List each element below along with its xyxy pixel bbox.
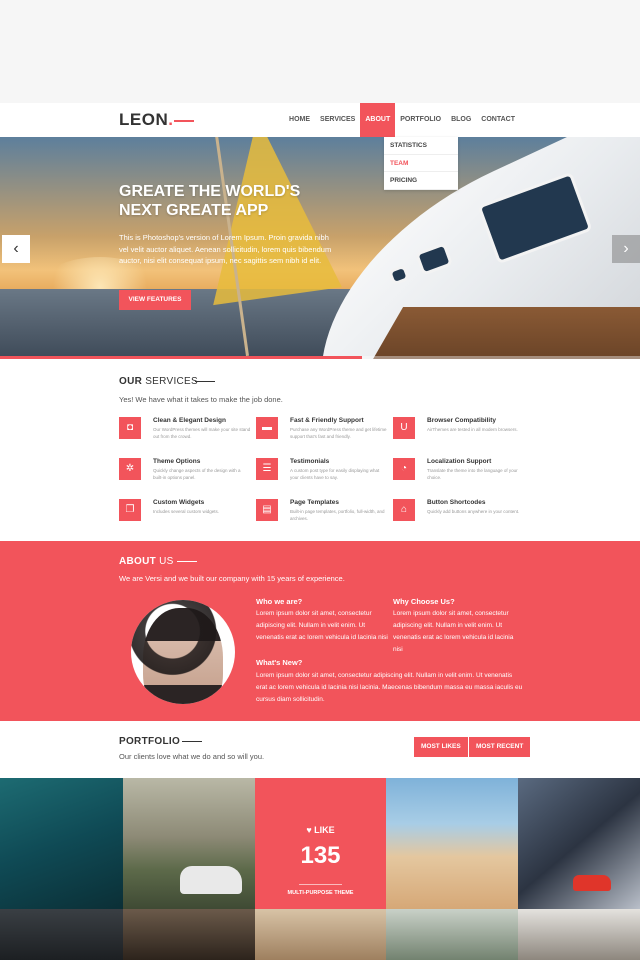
about-section: ABOUT US We are Versi and we built our c… [0,541,640,721]
menu-item-contact[interactable]: CONTACT [476,103,520,137]
portfolio-title: PORTFOLIO [119,736,181,747]
service-title: Browser Compatibility [427,417,496,424]
portfolio-tile-bottom-5[interactable] [518,909,640,960]
whats-new-heading: What's New? [256,658,303,667]
home-icon: ⌂ [393,499,415,521]
service-title: Page Templates [290,499,340,506]
why-choose-us-heading: Why Choose Us? [393,597,455,606]
service-desc: Built-in page templates, portfolio, full… [290,509,385,521]
widgets-icon: ❐ [119,499,141,521]
menu-item-services[interactable]: SERVICES [315,103,360,137]
like-divider [299,884,342,885]
most-recent-button[interactable]: MOST RECENT [469,737,531,757]
chat-icon: ☰ [256,458,278,480]
service-desc: Includes several custom widgets. [153,509,220,514]
avatar [131,600,235,704]
portfolio-subtitle: Our clients love what we do and so will … [119,752,265,761]
whats-new-text: Lorem ipsum dolor sit amet, consectetur … [256,672,523,703]
about-title: ABOUT US [119,556,174,567]
service-title: Clean & Elegant Design [153,417,226,424]
portfolio-tile-bottom-1[interactable] [0,909,123,960]
service-desc: A custom post type for easily displaying… [290,468,380,480]
services-title-line [195,381,215,382]
portfolio-tile-cyclist[interactable] [0,778,123,909]
portfolio-tile-bottom-2[interactable] [123,909,255,960]
like-caption: MULTI-PURPOSE THEME [287,890,354,896]
service-desc: Purchase any WordPress theme and get lif… [290,427,387,439]
view-features-button[interactable]: VIEW FEATURES [119,290,191,310]
portfolio-tile-car[interactable] [180,866,242,894]
prev-slide-icon[interactable]: ‹ [2,235,30,263]
services-title: OUR SERVICES [119,376,198,387]
who-we-are-heading: Who we are? [256,597,303,606]
logo[interactable]: LEON. [119,110,173,130]
top-spacer [0,0,640,103]
portfolio-tile-beach[interactable] [386,778,518,909]
services-section: OUR SERVICES Yes! We have what it takes … [0,359,640,541]
next-slide-icon[interactable]: › [612,235,640,263]
navbar: LEON. HOME SERVICES ABOUT PORTFOLIO BLOG… [0,103,640,137]
like-label: ♥ LIKE [306,825,335,835]
menu-item-about[interactable]: ABOUT [360,103,396,137]
service-desc: Quickly add buttons anywhere in your con… [427,509,520,514]
like-count: 135 [300,842,341,869]
dropdown-item-statistics[interactable]: STATISTICS [384,137,458,155]
avatar-hair [131,600,235,704]
service-title: Theme Options [153,458,201,465]
service-desc: Translate the theme into the language of… [427,468,518,480]
hero-deck [356,307,640,359]
about-subtitle: We are Versi and we built our company wi… [119,574,345,583]
service-desc: Our WordPress themes will make your site… [153,427,251,439]
template-icon: ▤ [256,499,278,521]
hero-text: This is Photoshop's version of Lorem Ips… [119,233,332,265]
gear-icon: ✲ [119,458,141,480]
clock-icon: ◔ [393,458,415,480]
portfolio-tile-red-car[interactable] [573,875,611,891]
dropdown-item-team[interactable]: TEAM [384,155,458,172]
menu-item-portfolio[interactable]: PORTFOLIO [395,103,446,137]
hero-title: GREATE THE WORLD'S NEXT GREATE APP [119,183,301,219]
hero-slider: GREATE THE WORLD'S NEXT GREATE APP This … [0,137,640,359]
why-choose-us-text: Lorem ipsum dolor sit amet, consectetur … [393,610,514,653]
dropdown-item-pricing[interactable]: PRICING [384,172,458,190]
service-title: Button Shortcodes [427,499,486,506]
portfolio-grid: ♥ LIKE 135 MULTI-PURPOSE THEME [0,778,640,960]
about-dropdown: STATISTICS TEAM PRICING [384,137,458,190]
service-title: Fast & Friendly Support [290,417,364,424]
about-title-line [177,561,197,562]
main-menu: HOME SERVICES ABOUT PORTFOLIO BLOG CONTA… [284,103,520,137]
support-icon: ▬ [256,417,278,439]
most-likes-button[interactable]: MOST LIKES [414,737,468,757]
service-title: Testimonials [290,458,330,465]
service-desc: Quickly change aspects of the design wit… [153,468,241,480]
services-subtitle: Yes! We have what it takes to make the j… [119,395,283,404]
camera-icon: ◘ [119,417,141,439]
who-we-are-text: Lorem ipsum dolor sit amet, consectetur … [256,610,388,641]
portfolio-tile-bottom-4[interactable] [386,909,518,960]
service-desc: AirThemes are tested in all modern brows… [427,427,518,432]
portfolio-title-line [182,741,202,742]
service-title: Custom Widgets [153,499,205,506]
compatibility-icon: U [393,417,415,439]
menu-item-blog[interactable]: BLOG [446,103,476,137]
logo-accent-line [174,120,194,122]
service-title: Localization Support [427,458,492,465]
portfolio-section: PORTFOLIO Our clients love what we do an… [0,721,640,778]
menu-item-home[interactable]: HOME [284,103,315,137]
hero-sail [188,137,342,306]
portfolio-like-tile[interactable]: ♥ LIKE 135 MULTI-PURPOSE THEME [255,778,386,909]
portfolio-tile-bottom-3[interactable] [255,909,386,960]
